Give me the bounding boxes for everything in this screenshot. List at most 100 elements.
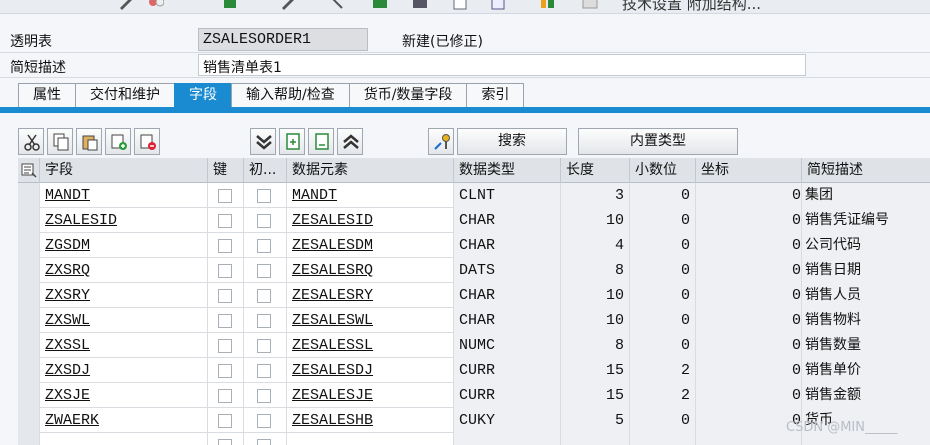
- tab-fields[interactable]: 字段: [174, 83, 232, 107]
- key-checkbox[interactable]: [218, 264, 232, 278]
- tab-input-help-check[interactable]: 输入帮助/检查: [231, 83, 350, 107]
- collapse-button[interactable]: [337, 128, 363, 155]
- col-field[interactable]: 字段: [40, 158, 208, 183]
- key-checkbox[interactable]: [218, 389, 232, 403]
- data-element-cell[interactable]: ZESALESDM: [287, 233, 454, 258]
- col-decimals[interactable]: 小数位: [630, 158, 696, 183]
- edit-icon[interactable]: [280, 0, 296, 10]
- glasses-icon[interactable]: [148, 0, 164, 10]
- data-element-cell[interactable]: ZESALESJE: [287, 383, 454, 408]
- col-data-type[interactable]: 数据类型: [454, 158, 561, 183]
- initial-checkbox[interactable]: [257, 389, 271, 403]
- initial-checkbox[interactable]: [257, 339, 271, 353]
- initial-checkbox[interactable]: [257, 439, 271, 445]
- field-name-cell[interactable]: ZXSDJ: [40, 358, 208, 383]
- pencil-icon[interactable]: [118, 0, 134, 10]
- search-button[interactable]: 搜索: [457, 128, 567, 155]
- expand-button[interactable]: [250, 128, 276, 155]
- insert-row-button[interactable]: [105, 128, 131, 155]
- initial-checkbox[interactable]: [257, 239, 271, 253]
- field-name-cell[interactable]: ZWAERK: [40, 408, 208, 433]
- cut-button[interactable]: [18, 128, 44, 155]
- chart-icon[interactable]: [540, 0, 556, 10]
- key-checkbox[interactable]: [218, 189, 232, 203]
- col-key[interactable]: 键: [208, 158, 244, 183]
- field-name-cell[interactable]: ZXSSL: [40, 333, 208, 358]
- key-checkbox[interactable]: [218, 414, 232, 428]
- delete-row-button[interactable]: [134, 128, 160, 155]
- table-row[interactable]: ZXSJE ZESALESJE CURR 15 2 0 销售金额: [18, 383, 930, 408]
- data-element-cell[interactable]: ZESALESRY: [287, 283, 454, 308]
- initial-checkbox[interactable]: [257, 314, 271, 328]
- info-icon[interactable]: [490, 0, 506, 10]
- initial-checkbox[interactable]: [257, 414, 271, 428]
- builtin-type-button[interactable]: 内置类型: [578, 128, 738, 155]
- row-selector[interactable]: [18, 258, 40, 283]
- last-page-button[interactable]: [308, 128, 334, 155]
- data-element-cell[interactable]: ZESALESRQ: [287, 258, 454, 283]
- first-page-button[interactable]: [279, 128, 305, 155]
- data-element-cell[interactable]: [287, 433, 454, 445]
- copy-button[interactable]: [47, 128, 73, 155]
- tab-attributes[interactable]: 属性: [18, 83, 76, 107]
- key-checkbox[interactable]: [218, 239, 232, 253]
- toolbar-partial-text[interactable]: 技术设置 附加结构...: [622, 0, 761, 13]
- tab-delivery-maintenance[interactable]: 交付和维护: [75, 83, 175, 107]
- column-settings-icon[interactable]: [18, 158, 40, 183]
- table-row[interactable]: ZGSDM ZESALESDM CHAR 4 0 0 公司代码: [18, 233, 930, 258]
- key-checkbox[interactable]: [218, 214, 232, 228]
- table-row[interactable]: ZXSSL ZESALESSL NUMC 8 0 0 销售数量: [18, 333, 930, 358]
- field-name-cell[interactable]: MANDT: [40, 183, 208, 208]
- row-selector[interactable]: [18, 408, 40, 433]
- initial-checkbox[interactable]: [257, 264, 271, 278]
- table-row[interactable]: MANDT MANDT CLNT 3 0 0 集团: [18, 183, 930, 208]
- col-coordinate[interactable]: 坐标: [696, 158, 802, 183]
- col-length[interactable]: 长度: [561, 158, 630, 183]
- row-selector[interactable]: [18, 233, 40, 258]
- table-icon[interactable]: [582, 0, 598, 10]
- tab-indexes[interactable]: 索引: [466, 83, 525, 107]
- initial-checkbox[interactable]: [257, 289, 271, 303]
- object-icon[interactable]: [222, 0, 238, 10]
- key-checkbox[interactable]: [218, 364, 232, 378]
- field-name-cell[interactable]: ZXSRY: [40, 283, 208, 308]
- field-name-cell[interactable]: ZSALESID: [40, 208, 208, 233]
- table-row[interactable]: ZSALESID ZESALESID CHAR 10 0 0 销售凭证编号: [18, 208, 930, 233]
- row-selector[interactable]: [18, 383, 40, 408]
- short-desc-field[interactable]: 销售清单表1: [198, 54, 806, 76]
- field-name-cell[interactable]: ZXSWL: [40, 308, 208, 333]
- initial-checkbox[interactable]: [257, 364, 271, 378]
- initial-checkbox[interactable]: [257, 214, 271, 228]
- data-element-cell[interactable]: ZESALESDJ: [287, 358, 454, 383]
- col-short-desc[interactable]: 简短描述: [802, 158, 930, 183]
- data-element-cell[interactable]: MANDT: [287, 183, 454, 208]
- table-row[interactable]: ZXSRY ZESALESRY CHAR 10 0 0 销售人员: [18, 283, 930, 308]
- col-data-element[interactable]: 数据元素: [287, 158, 454, 183]
- move-icon[interactable]: [328, 0, 344, 10]
- where-used-button[interactable]: [428, 128, 454, 155]
- col-initial[interactable]: 初...: [244, 158, 287, 183]
- field-name-cell[interactable]: ZXSJE: [40, 383, 208, 408]
- key-checkbox[interactable]: [218, 439, 232, 445]
- hierarchy-icon[interactable]: [372, 0, 388, 10]
- field-name-cell[interactable]: ZXSRQ: [40, 258, 208, 283]
- table-row[interactable]: ZXSWL ZESALESWL CHAR 10 0 0 销售物料: [18, 308, 930, 333]
- initial-checkbox[interactable]: [257, 189, 271, 203]
- field-name-cell[interactable]: [40, 433, 208, 445]
- row-selector[interactable]: [18, 208, 40, 233]
- row-selector[interactable]: [18, 308, 40, 333]
- field-name-cell[interactable]: ZGSDM: [40, 233, 208, 258]
- row-selector[interactable]: [18, 183, 40, 208]
- row-selector[interactable]: [18, 283, 40, 308]
- row-selector[interactable]: [18, 358, 40, 383]
- data-element-cell[interactable]: ZESALESSL: [287, 333, 454, 358]
- data-element-cell[interactable]: ZESALESHB: [287, 408, 454, 433]
- key-checkbox[interactable]: [218, 289, 232, 303]
- tab-currency-quantity[interactable]: 货币/数量字段: [348, 83, 468, 107]
- data-element-cell[interactable]: ZESALESID: [287, 208, 454, 233]
- table-row[interactable]: ZXSDJ ZESALESDJ CURR 15 2 0 销售单价: [18, 358, 930, 383]
- data-element-cell[interactable]: ZESALESWL: [287, 308, 454, 333]
- table-row[interactable]: ZXSRQ ZESALESRQ DATS 8 0 0 销售日期: [18, 258, 930, 283]
- paste-button[interactable]: [76, 128, 102, 155]
- key-checkbox[interactable]: [218, 339, 232, 353]
